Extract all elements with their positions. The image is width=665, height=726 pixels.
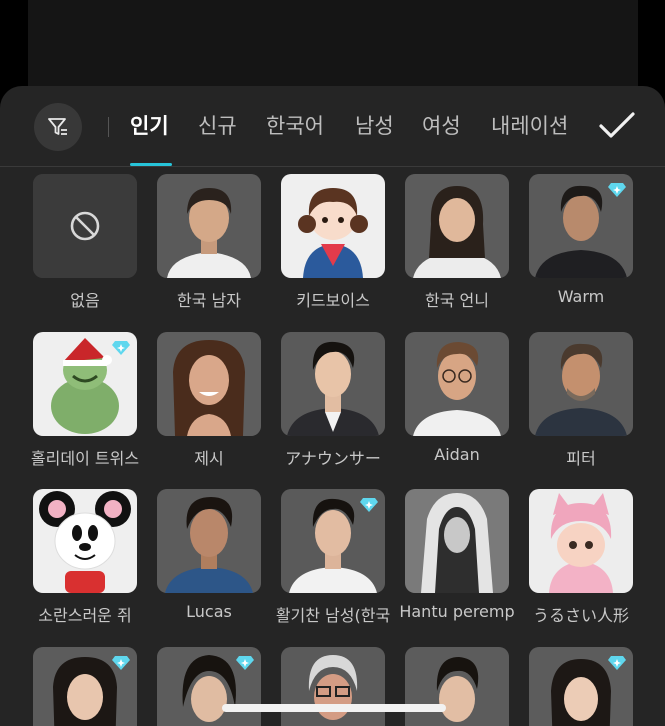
tab-female[interactable]: 여성 [422, 110, 461, 140]
voice-label: 없음 [70, 291, 100, 310]
diamond-icon [360, 498, 378, 512]
tab-separator [108, 117, 109, 137]
voice-tile[interactable] [281, 489, 385, 593]
voice-label: アナウンサー [285, 449, 381, 468]
voice-label: 한국 남자 [177, 291, 241, 310]
active-tab-indicator [130, 163, 172, 166]
voice-tile[interactable] [405, 489, 509, 593]
voice-label: Aidan [434, 445, 480, 464]
checkmark-icon[interactable] [598, 110, 636, 142]
voice-label: Warm [557, 287, 605, 306]
voice-tile[interactable] [405, 647, 509, 726]
voice-picker-sheet: 인기 신규 한국어 남성 여성 내레이션 없음 한국 남자 키드보이스 한국 언… [0, 86, 665, 726]
tab-popular[interactable]: 인기 [130, 110, 169, 140]
diamond-icon [236, 656, 254, 670]
diamond-icon [112, 656, 130, 670]
voice-label: 피터 [566, 449, 596, 468]
tab-male[interactable]: 남성 [355, 110, 394, 140]
voice-label: 소란스러운 쥐 [38, 606, 132, 625]
voice-tile[interactable] [529, 489, 633, 593]
voice-label: Lucas [186, 602, 232, 621]
voice-tile[interactable] [157, 647, 261, 726]
voice-tile[interactable] [405, 174, 509, 278]
voice-label: 홀리데이 트위스 [30, 449, 140, 468]
voice-tile[interactable] [405, 332, 509, 436]
voice-tile-none[interactable] [33, 174, 137, 278]
voice-tile[interactable] [281, 647, 385, 726]
voice-tile[interactable] [281, 174, 385, 278]
voice-tile[interactable] [529, 332, 633, 436]
voice-tile[interactable] [281, 332, 385, 436]
voice-tile[interactable] [33, 489, 137, 593]
voice-tile[interactable] [157, 489, 261, 593]
filter-icon [48, 118, 67, 135]
tab-narration[interactable]: 내레이션 [491, 110, 568, 140]
tab-korean[interactable]: 한국어 [266, 110, 324, 140]
video-preview-area [28, 0, 638, 86]
voice-tile[interactable] [529, 647, 633, 726]
voice-label: 제시 [194, 449, 224, 468]
voice-label: うるさい人形 [532, 606, 629, 625]
voice-label: 키드보이스 [296, 291, 370, 310]
voice-tile[interactable] [157, 174, 261, 278]
category-tab-bar: 인기 신규 한국어 남성 여성 내레이션 [0, 86, 665, 167]
voice-label: 한국 언니 [425, 291, 489, 310]
voice-tile[interactable] [33, 332, 137, 436]
voice-tile[interactable] [33, 647, 137, 726]
filter-button[interactable] [34, 103, 82, 151]
diamond-icon [112, 341, 130, 355]
voice-tile[interactable] [157, 332, 261, 436]
home-indicator[interactable] [222, 704, 446, 712]
diamond-icon [608, 656, 626, 670]
voice-label: Hantu peremp [399, 602, 515, 621]
voice-label: 활기찬 남성(한국 [275, 606, 391, 625]
tab-new[interactable]: 신규 [198, 110, 237, 140]
diamond-icon [608, 183, 626, 197]
voice-tile[interactable] [529, 174, 633, 278]
